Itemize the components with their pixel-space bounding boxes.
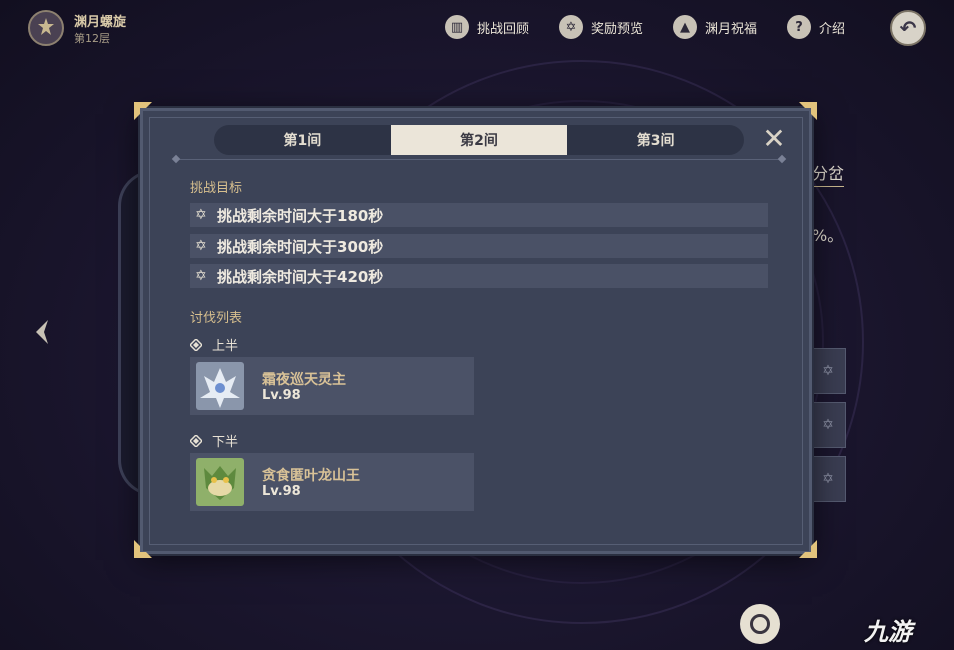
- enemy-card[interactable]: 霜夜巡天灵主 Lv.98: [190, 357, 474, 415]
- star-icon: ✡: [559, 15, 583, 39]
- goal-text: 挑战剩余时间大于180秒: [217, 206, 384, 225]
- second-half-label: 下半: [190, 431, 238, 450]
- challenge-review-label: 挑战回顾: [477, 21, 530, 37]
- arrow-up-icon: ▲: [673, 15, 697, 39]
- diamond-icon: [190, 338, 202, 351]
- close-button[interactable]: ✕: [760, 125, 788, 153]
- star-icon: ✡: [195, 268, 207, 284]
- watermark-logo: 九游: [864, 618, 912, 646]
- background-text-branch: 分岔: [812, 160, 845, 187]
- background-star-slot: ✡: [810, 402, 846, 448]
- background-star-slot: ✡: [810, 456, 846, 502]
- corner-ornament-icon: [799, 102, 817, 120]
- bottom-action-button[interactable]: [740, 604, 780, 644]
- enemy-level: Lv.98: [262, 484, 301, 499]
- abyss-emblem-icon: [28, 10, 64, 46]
- corner-ornament-icon: [134, 540, 152, 558]
- chamber-details-panel: 第1间 第2间 第3间 ✕ 挑战目标 ✡ 挑战剩余时间大于180秒 ✡ 挑战剩余…: [140, 108, 812, 554]
- divider: [173, 159, 785, 160]
- tab-chamber-2[interactable]: 第2间: [390, 125, 568, 155]
- book-icon: ▥: [445, 15, 469, 39]
- first-half-label: 上半: [190, 335, 238, 354]
- back-button[interactable]: ↶: [890, 10, 926, 46]
- background-text-percent: %。: [812, 226, 844, 245]
- enemy-name: 霜夜巡天灵主: [262, 372, 346, 388]
- corner-ornament-icon: [134, 102, 152, 120]
- enemy-portrait: [196, 362, 244, 410]
- ring-icon: [750, 614, 770, 634]
- enemy-portrait: [196, 458, 244, 506]
- reward-preview-button[interactable]: ✡ 奖励预览: [559, 13, 643, 41]
- goal-row: ✡ 挑战剩余时间大于300秒: [190, 234, 768, 258]
- first-half-text: 上半: [212, 339, 239, 354]
- question-icon: ?: [787, 15, 811, 39]
- challenge-review-button[interactable]: ▥ 挑战回顾: [445, 13, 529, 41]
- tab-chamber-1[interactable]: 第1间: [214, 125, 391, 155]
- reward-preview-label: 奖励预览: [591, 21, 644, 37]
- abyss-floor: 第12层: [74, 32, 110, 45]
- enemy-card[interactable]: 贪食匿叶龙山王 Lv.98: [190, 453, 474, 511]
- goal-row: ✡ 挑战剩余时间大于420秒: [190, 264, 768, 288]
- enemy-list-title: 讨伐列表: [190, 311, 243, 326]
- challenge-goal-title: 挑战目标: [190, 181, 243, 196]
- star-icon: ✡: [195, 238, 207, 254]
- goal-row: ✡ 挑战剩余时间大于180秒: [190, 203, 768, 227]
- background-star-slot: ✡: [810, 348, 846, 394]
- corner-ornament-icon: [799, 540, 817, 558]
- tab-chamber-3[interactable]: 第3间: [567, 125, 744, 155]
- intro-label: 介绍: [819, 21, 846, 37]
- enemy-level: Lv.98: [262, 388, 301, 403]
- previous-chamber-arrow-icon[interactable]: [32, 318, 52, 346]
- second-half-text: 下半: [212, 435, 239, 450]
- top-bar: 渊月螺旋 第12层 ▥ 挑战回顾 ✡ 奖励预览 ▲ 渊月祝福 ? 介绍 ↶: [0, 0, 954, 56]
- close-icon: ✕: [762, 122, 786, 155]
- abyss-blessing-label: 渊月祝福: [705, 21, 758, 37]
- return-arrow-icon: ↶: [899, 16, 917, 40]
- star-icon: ✡: [195, 207, 207, 223]
- diamond-icon: [190, 434, 202, 447]
- intro-button[interactable]: ? 介绍: [787, 13, 845, 41]
- chamber-tabs: 第1间 第2间 第3间: [214, 125, 744, 155]
- enemy-name: 贪食匿叶龙山王: [262, 468, 360, 484]
- goal-text: 挑战剩余时间大于420秒: [217, 267, 384, 286]
- abyss-blessing-button[interactable]: ▲ 渊月祝福: [673, 13, 757, 41]
- goal-text: 挑战剩余时间大于300秒: [217, 237, 384, 256]
- abyss-title: 渊月螺旋: [74, 15, 127, 30]
